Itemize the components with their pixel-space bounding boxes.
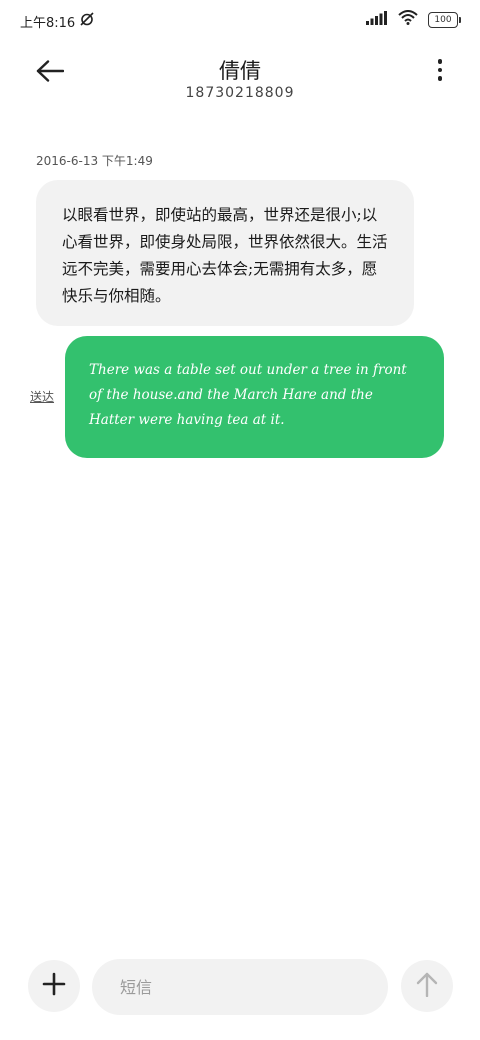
contact-number[interactable]: 18730218809 <box>0 85 480 101</box>
battery-icon: 100 <box>428 11 461 28</box>
add-attachment-button[interactable] <box>28 960 80 1012</box>
status-time-group: 上午8:16 <box>20 11 95 31</box>
send-button[interactable] <box>401 960 453 1012</box>
signal-icon <box>366 10 388 29</box>
status-indicators: 100 <box>366 10 461 29</box>
wifi-icon <box>398 10 418 29</box>
sms-input[interactable] <box>92 959 388 1015</box>
status-time: 上午8:16 <box>20 15 76 31</box>
arrow-up-icon <box>416 971 438 1001</box>
plus-icon <box>42 972 66 1000</box>
contact-name[interactable]: 倩倩 <box>0 55 480 85</box>
outgoing-message-bubble[interactable]: There was a table set out under a tree i… <box>65 336 444 458</box>
alarm-off-icon <box>79 11 95 31</box>
more-vertical-icon <box>437 59 443 64</box>
status-bar: 上午8:16 100 <box>0 0 480 40</box>
incoming-message-bubble[interactable]: 以眼看世界，即使站的最高，世界还是很小;以心看世界，即使身处局限，世界依然很大。… <box>36 180 414 326</box>
message-timestamp: 2016-6-13 下午1:49 <box>36 154 153 168</box>
delivery-status: 送达 <box>30 390 55 404</box>
conversation-header: 倩倩 18730218809 <box>0 45 480 115</box>
more-options-button[interactable] <box>430 55 450 85</box>
